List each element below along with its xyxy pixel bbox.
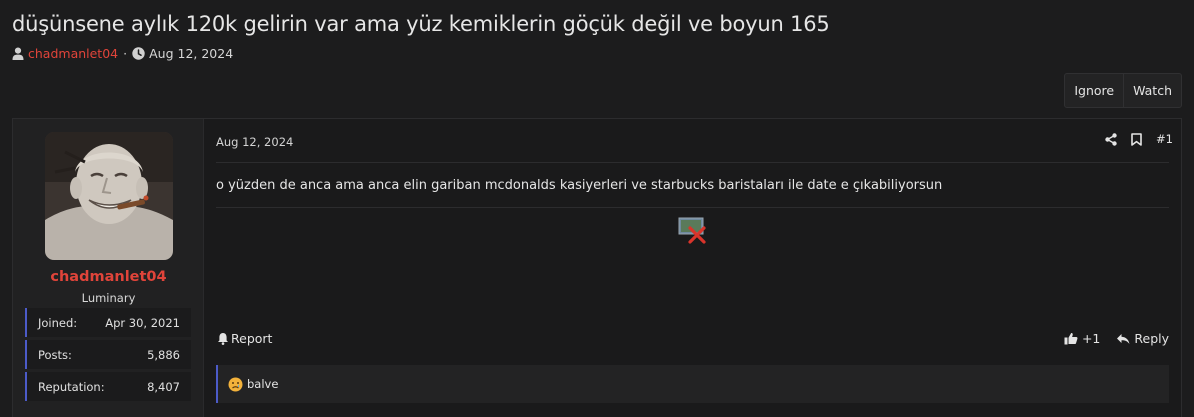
like-count: +1	[1081, 331, 1101, 346]
post-number[interactable]: #1	[1156, 132, 1173, 146]
stat-label: Posts:	[38, 347, 72, 362]
share-icon[interactable]	[1105, 132, 1117, 146]
post-username[interactable]: chadmanlet04	[13, 269, 204, 285]
thread-meta: chadmanlet04 · Aug 12, 2024	[12, 46, 233, 61]
stat-value: 8,407	[147, 379, 180, 394]
reply-icon	[1116, 333, 1130, 345]
reactions-bar[interactable]: balve	[216, 365, 1169, 403]
report-link[interactable]: Report	[217, 331, 272, 346]
post-actions: #1	[1105, 132, 1173, 146]
clock-icon	[132, 47, 145, 60]
ignore-button[interactable]: Ignore	[1065, 74, 1123, 107]
stat-value: 5,886	[147, 347, 180, 362]
thread-actions: Ignore Watch	[1064, 73, 1182, 108]
bell-icon	[217, 332, 229, 345]
stat-reputation: Reputation: 8,407	[25, 372, 191, 401]
reply-button[interactable]: Reply	[1116, 331, 1169, 346]
thread-date[interactable]: Aug 12, 2024	[149, 46, 233, 61]
stat-value: Apr 30, 2021	[105, 315, 180, 330]
post-user-cell: chadmanlet04 Luminary Joined: Apr 30, 20…	[13, 119, 204, 417]
stat-posts: Posts: 5,886	[25, 340, 191, 369]
thread-author-link[interactable]: chadmanlet04	[28, 46, 118, 61]
user-icon	[12, 47, 24, 60]
bookmark-icon[interactable]	[1131, 132, 1142, 146]
stat-label: Joined:	[38, 315, 78, 330]
sad-face-emoji-icon	[228, 377, 243, 392]
thumbs-up-icon	[1064, 332, 1078, 345]
stat-joined: Joined: Apr 30, 2021	[25, 308, 191, 337]
meta-separator: ·	[123, 46, 128, 61]
post-body-divider	[216, 207, 1169, 208]
thread-title: düşünsene aylık 120k gelirin var ama yüz…	[12, 12, 830, 36]
avatar[interactable]	[45, 132, 173, 260]
post-header-divider	[216, 162, 1169, 163]
report-label: Report	[231, 331, 273, 346]
broken-image-icon	[678, 216, 708, 244]
post-footer-actions: +1 Reply	[1064, 331, 1169, 346]
post-date[interactable]: Aug 12, 2024	[216, 135, 293, 149]
user-title: Luminary	[81, 291, 136, 305]
post-main: Aug 12, 2024 #1 o yüzden de anca ama anc…	[204, 119, 1181, 417]
reply-label: Reply	[1134, 331, 1169, 346]
watch-button[interactable]: Watch	[1123, 74, 1181, 107]
like-button[interactable]: +1	[1064, 331, 1100, 346]
post-container: chadmanlet04 Luminary Joined: Apr 30, 20…	[12, 118, 1182, 417]
stat-label: Reputation:	[38, 379, 105, 394]
post-body: o yüzden de anca ama anca elin gariban m…	[216, 178, 943, 193]
reactions-text[interactable]: balve	[247, 377, 278, 391]
